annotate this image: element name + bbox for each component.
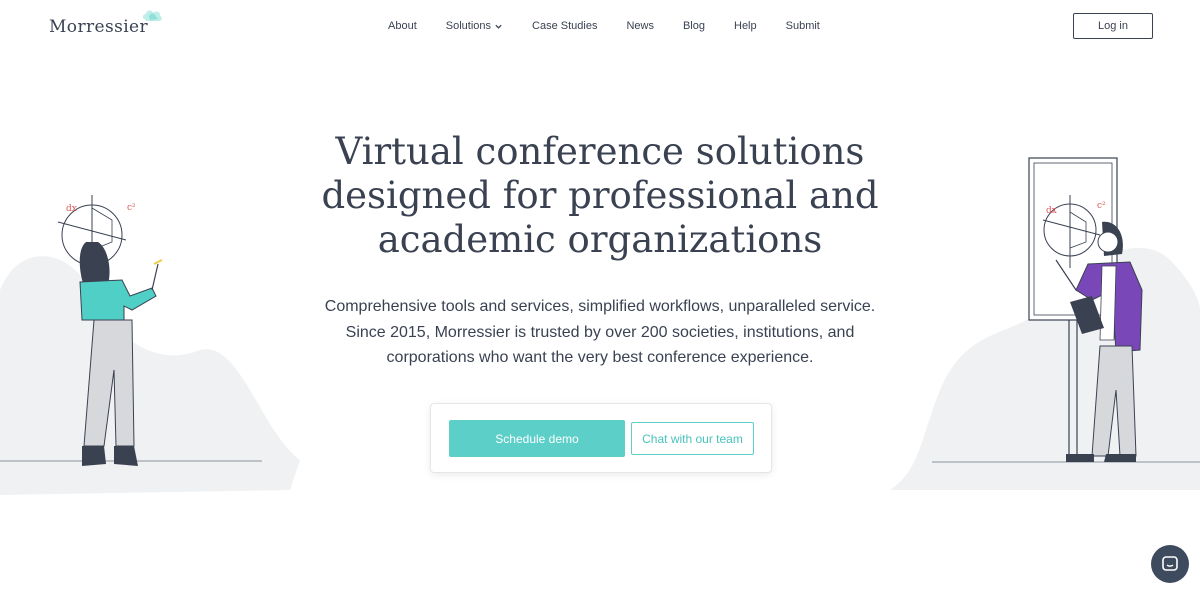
brand-name: Morressier (49, 17, 149, 37)
brand-logo[interactable]: Morressier (49, 10, 162, 40)
nav-about[interactable]: About (388, 20, 417, 32)
chat-widget-button[interactable] (1151, 545, 1189, 583)
nav-news[interactable]: News (626, 20, 654, 32)
main-nav: About Solutions Case Studies News Blog H… (388, 18, 820, 34)
nav-case-studies-label: Case Studies (532, 20, 598, 32)
hero-title-line: academic organizations (377, 218, 823, 261)
dx-label: dx (66, 204, 77, 214)
hero-subtitle-line: corporations who want the very best conf… (386, 349, 814, 366)
nav-about-label: About (388, 20, 417, 32)
nav-solutions-label: Solutions (445, 20, 492, 32)
nav-blog-label: Blog (682, 20, 705, 32)
hero-title: Virtual conference solutions designed fo… (300, 130, 900, 262)
nav-submit-label: Submit (785, 20, 820, 32)
c-squared-label: c² (1097, 201, 1106, 211)
nav-news-label: News (626, 20, 654, 32)
woman-at-whiteboard-illustration: dx c² (0, 195, 300, 495)
chat-bubble-icon (1162, 556, 1178, 571)
cloud-logo-icon (142, 10, 162, 21)
nav-submit[interactable]: Submit (786, 20, 820, 32)
hero-title-line: Virtual conference solutions (335, 130, 865, 173)
nav-blog[interactable]: Blog (683, 20, 705, 32)
nav-help-label: Help (734, 20, 757, 32)
cta-card: Schedule demo Chat with our team (430, 403, 772, 473)
nav-case-studies[interactable]: Case Studies (532, 20, 597, 32)
nav-help[interactable]: Help (734, 20, 757, 32)
schedule-demo-button[interactable]: Schedule demo (449, 420, 625, 457)
dx-label: dx (1046, 206, 1057, 216)
hero-subtitle-line: Since 2015, Morressier is trusted by ove… (345, 323, 855, 341)
hero-subtitle-line: Comprehensive tools and services, simpli… (324, 298, 876, 315)
login-button[interactable]: Log in (1073, 13, 1153, 39)
man-with-clipboard-illustration: dx c² (890, 157, 1200, 490)
c-squared-label: c² (127, 203, 136, 213)
top-navigation-bar: Morressier About Solutions Case Studies … (0, 0, 1200, 52)
hero-subtitle: Comprehensive tools and services, simpli… (300, 294, 900, 371)
nav-solutions[interactable]: Solutions (446, 20, 503, 32)
chevron-down-icon (495, 24, 502, 29)
hero-title-line: designed for professional and (321, 174, 879, 217)
chat-with-team-button[interactable]: Chat with our team (631, 422, 754, 455)
